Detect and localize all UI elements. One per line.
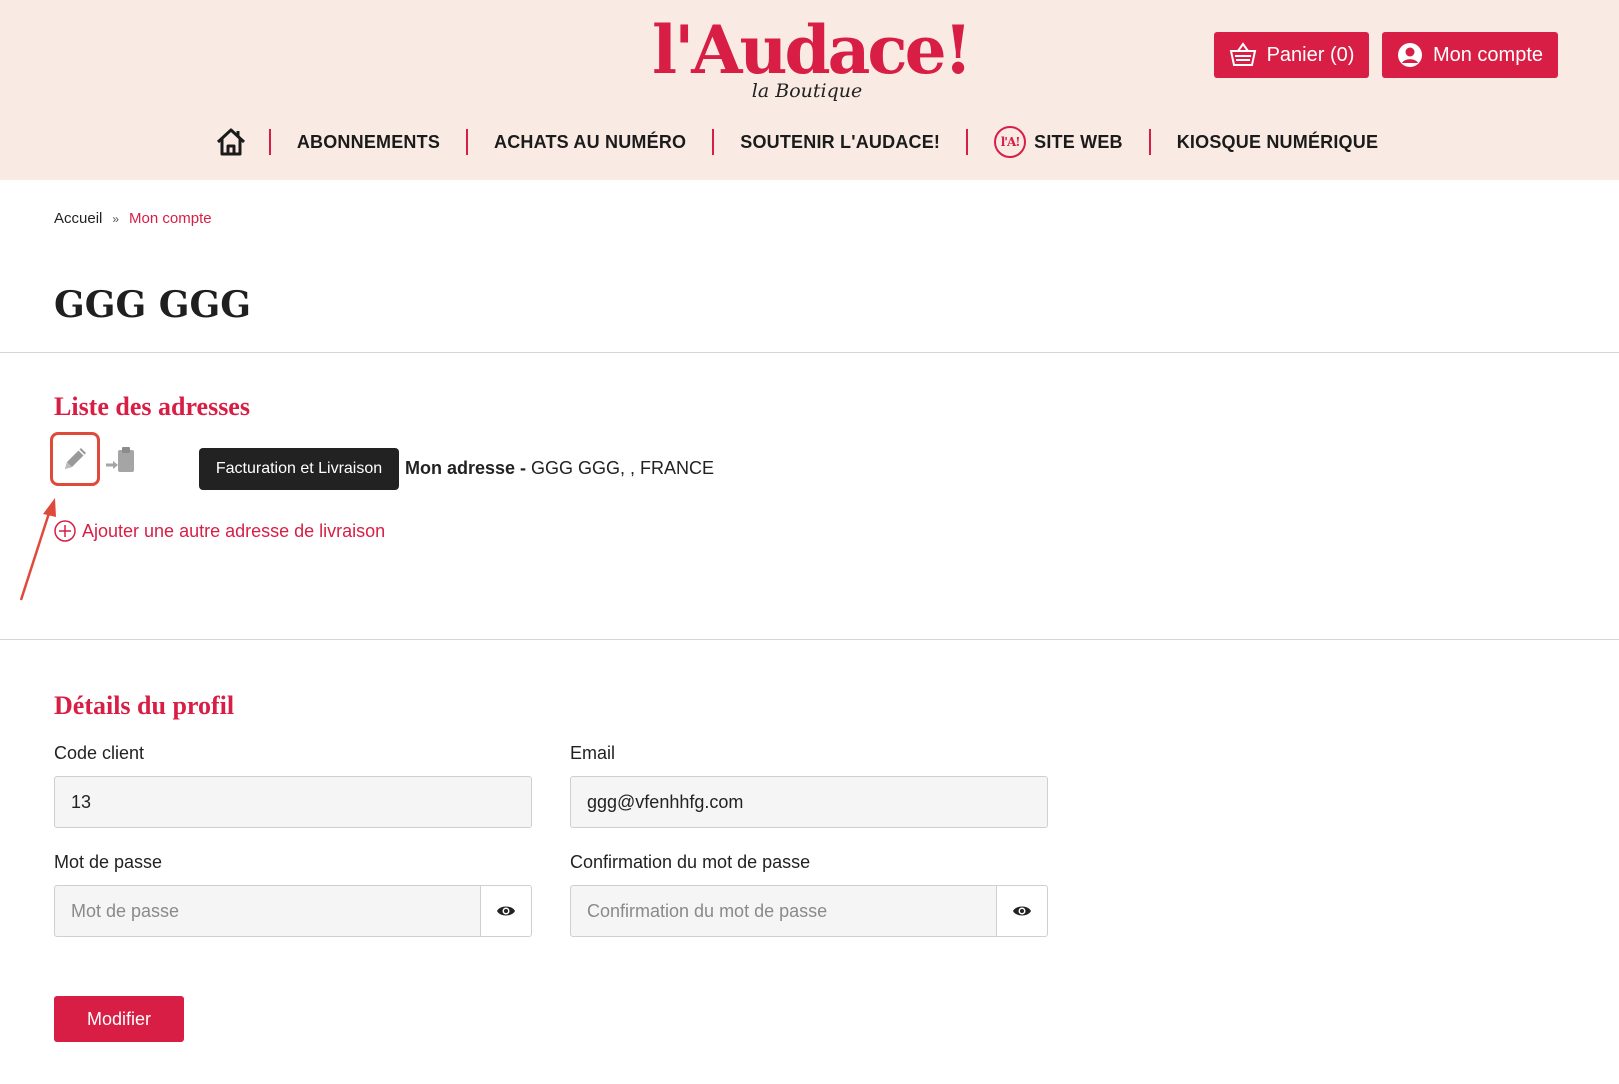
nav-item-kiosque[interactable]: KIOSQUE NUMÉRIQUE (1151, 132, 1404, 153)
site-badge-icon: l'A! (994, 126, 1027, 158)
breadcrumb-home[interactable]: Accueil (54, 210, 102, 227)
divider (0, 352, 1619, 353)
profile-section-title: Détails du profil (54, 691, 235, 720)
divider (0, 639, 1619, 640)
account-button[interactable]: Mon compte (1382, 32, 1558, 78)
password-label: Mot de passe (54, 852, 163, 872)
nav-item-site-web[interactable]: l'A! SITE WEB (968, 126, 1149, 158)
main-nav: ABONNEMENTS ACHATS AU NUMÉRO SOUTENIR L'… (0, 124, 1619, 160)
cart-label: Panier (0) (1266, 43, 1355, 66)
breadcrumb: Accueil » Mon compte (54, 210, 212, 227)
email-label: Email (570, 743, 616, 763)
use-address-icon[interactable] (104, 444, 138, 478)
cart-button[interactable]: Panier (0) (1214, 32, 1369, 78)
add-address-link[interactable]: Ajouter une autre adresse de livraison (54, 520, 385, 542)
annotation-arrow-icon (19, 498, 56, 601)
account-label: Mon compte (1432, 43, 1544, 66)
user-circle-icon (1397, 42, 1423, 68)
edit-address-icon[interactable] (50, 432, 100, 486)
page-title: GGG GGG (54, 284, 251, 326)
basket-icon (1229, 42, 1257, 68)
confirm-password-field[interactable]: Confirmation du mot de passe (570, 885, 997, 937)
nav-item-soutenir[interactable]: SOUTENIR L'AUDACE! (714, 132, 966, 153)
confirm-password-label: Confirmation du mot de passe (570, 852, 811, 872)
home-icon[interactable] (215, 127, 269, 157)
breadcrumb-current[interactable]: Mon compte (129, 210, 212, 227)
eye-icon (497, 906, 515, 916)
modifier-button[interactable]: Modifier (54, 996, 184, 1042)
address-line: Mon adresse - GGG GGG, , FRANCE (405, 458, 714, 479)
nav-item-label: SITE WEB (1034, 131, 1123, 152)
toggle-confirm-visibility-button[interactable] (996, 885, 1048, 937)
nav-item-abonnements[interactable]: ABONNEMENTS (271, 132, 466, 153)
nav-item-achats[interactable]: ACHATS AU NUMÉRO (468, 132, 712, 153)
site-logo[interactable]: l'Audace! la Boutique (652, 11, 973, 102)
toggle-password-visibility-button[interactable] (480, 885, 532, 937)
addresses-section-title: Liste des adresses (54, 392, 250, 421)
email-field[interactable]: ggg@vfenhhfg.com (570, 776, 1048, 828)
eye-icon (1013, 906, 1031, 916)
add-address-label: Ajouter une autre adresse de livraison (82, 520, 386, 541)
code-client-label: Code client (54, 743, 145, 763)
address-name: Mon adresse - (405, 458, 527, 478)
code-client-field[interactable]: 13 (54, 776, 532, 828)
site-header: l'Audace! la Boutique Panier (0) Mon com… (0, 0, 1619, 180)
breadcrumb-separator: » (112, 211, 120, 226)
address-details: GGG GGG, , FRANCE (526, 458, 715, 478)
logo-text: l'Audace! (652, 11, 973, 89)
password-field[interactable]: Mot de passe (54, 885, 481, 937)
address-type-tooltip: Facturation et Livraison (199, 448, 399, 490)
